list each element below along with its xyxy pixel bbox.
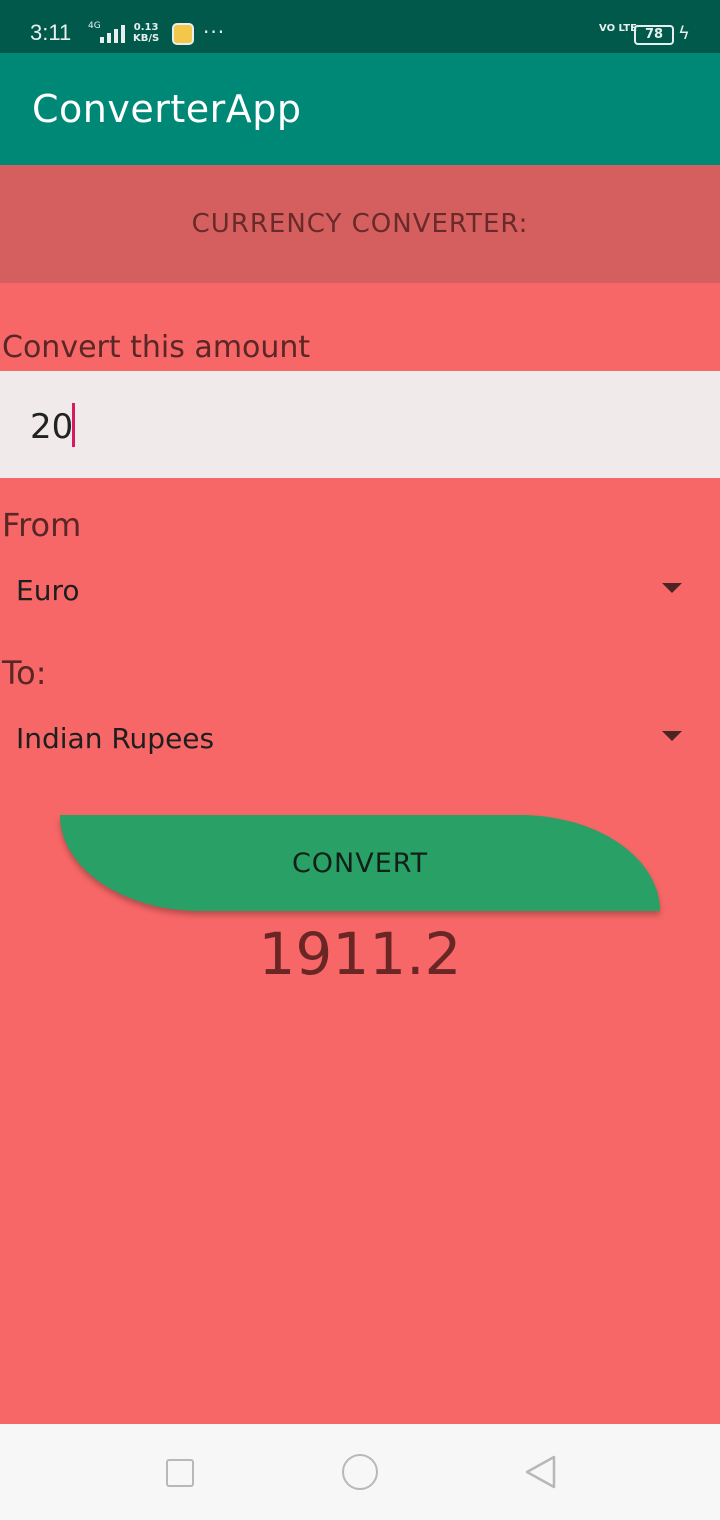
convert-button-label: CONVERT <box>291 847 429 879</box>
amount-label: Convert this amount <box>2 330 311 365</box>
from-currency-select[interactable]: Euro <box>0 556 720 622</box>
notification-app-icon <box>172 23 194 45</box>
status-time: 3:11 <box>30 20 72 45</box>
circle-icon[interactable] <box>342 1454 378 1490</box>
to-currency-select[interactable]: Indian Rupees <box>0 704 720 770</box>
volte-indicator: VO LTE <box>599 23 637 34</box>
network-type: 4G <box>88 21 101 31</box>
banner-title: CURRENCY CONVERTER: <box>191 209 529 239</box>
from-label: From <box>2 506 82 544</box>
converter-banner: CURRENCY CONVERTER: <box>0 165 720 283</box>
amount-input[interactable]: 20 <box>0 371 720 478</box>
more-notifications-icon: ··· <box>203 20 226 44</box>
app-bar: ConverterApp <box>0 53 720 165</box>
from-currency-value: Euro <box>16 574 80 607</box>
app-title: ConverterApp <box>32 87 302 131</box>
caret-down-icon <box>662 731 682 741</box>
speed-value: 0.13 <box>133 22 159 33</box>
triangle-back-icon[interactable] <box>522 1454 558 1490</box>
conversion-result: 1911.2 <box>258 920 462 988</box>
status-bar: 3:11 4G 0.13 KB/S ··· VO LTE 78 ϟ <box>0 0 720 53</box>
battery-icon: 78 <box>634 25 674 45</box>
to-label: To: <box>2 654 47 692</box>
amount-value: 20 <box>30 407 74 447</box>
text-cursor <box>72 403 75 447</box>
signal-icon <box>100 25 125 43</box>
convert-button[interactable]: CONVERT <box>60 815 660 911</box>
network-speed: 0.13 KB/S <box>133 22 159 44</box>
square-icon[interactable] <box>166 1459 194 1487</box>
speed-unit: KB/S <box>133 33 160 44</box>
charging-icon: ϟ <box>678 23 690 44</box>
navigation-bar <box>0 1424 720 1520</box>
to-currency-value: Indian Rupees <box>16 722 215 755</box>
caret-down-icon <box>662 583 682 593</box>
